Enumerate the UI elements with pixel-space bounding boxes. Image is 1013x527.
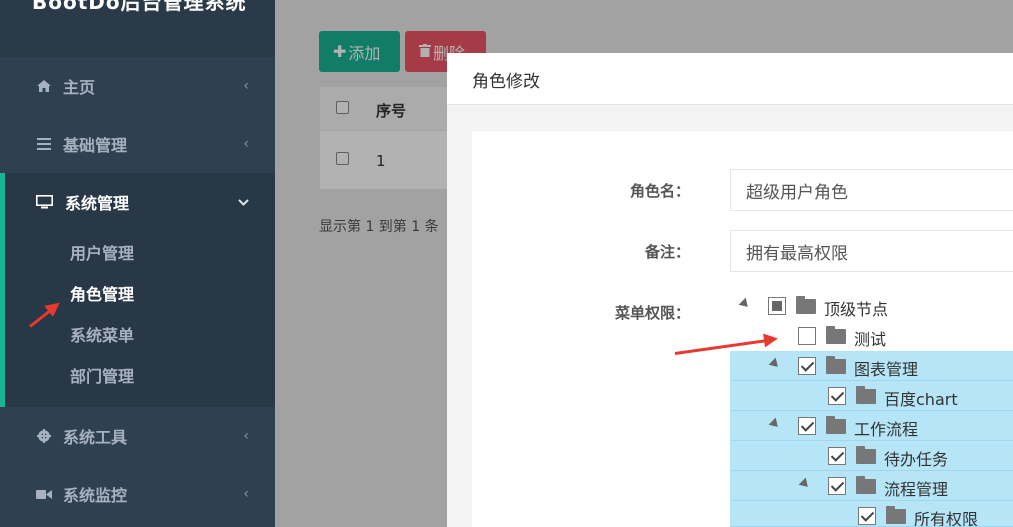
chevron-left-icon: ‹ [243, 428, 249, 444]
tree-node-charts: 图表管理 [730, 351, 1013, 381]
tree-checkbox-checked[interactable] [798, 357, 816, 375]
tree-node-process-mgmt: 流程管理 [730, 471, 1013, 501]
expand-toggle-icon[interactable] [768, 357, 782, 371]
role-name-label: 角色名： [629, 182, 690, 200]
list-icon [35, 138, 53, 150]
folder-icon [856, 476, 876, 494]
expand-toggle-icon[interactable] [738, 297, 752, 311]
tree-node-label: 顶级节点 [824, 300, 889, 319]
folder-icon [826, 356, 846, 374]
app-logo: BootDo后台管理系统 [0, 0, 275, 57]
sidebar-item-monitor[interactable]: 系统监控 ‹ [0, 465, 275, 523]
tree-node-label: 工作流程 [854, 420, 919, 439]
tree-node-root: 顶级节点 [730, 291, 1013, 321]
tree-node-label: 图表管理 [854, 360, 919, 379]
sidebar-item-label: 系统监控 [63, 486, 128, 505]
chevron-down-icon [238, 195, 249, 210]
folder-icon [796, 296, 816, 314]
folder-icon [856, 386, 876, 404]
expand-toggle-icon[interactable] [768, 417, 782, 431]
folder-icon [856, 446, 876, 464]
tree-node-label: 流程管理 [884, 480, 949, 499]
sidebar-item-label: 主页 [63, 78, 96, 97]
video-icon [35, 489, 53, 500]
tree-checkbox-partial[interactable] [768, 297, 786, 315]
tree-node-label: 待办任务 [884, 450, 949, 469]
folder-icon [826, 326, 846, 344]
folder-icon [886, 506, 906, 524]
tree-checkbox-checked[interactable] [858, 507, 876, 525]
sidebar-item-basic[interactable]: 基础管理 ‹ [0, 115, 275, 173]
menu-permission-label: 菜单权限： [614, 304, 690, 322]
submenu-item-departments[interactable]: 部门管理 [5, 354, 275, 395]
chevron-left-icon: ‹ [243, 486, 249, 502]
folder-icon [826, 416, 846, 434]
tree-checkbox-checked[interactable] [828, 387, 846, 405]
sidebar: BootDo后台管理系统 主页 ‹ 基础管理 ‹ 系统管理 用户管理 角色管理 … [0, 0, 275, 527]
sidebar-item-label: 系统工具 [63, 428, 128, 447]
chevron-left-icon: ‹ [243, 136, 249, 152]
sidebar-item-label: 基础管理 [63, 136, 128, 155]
remark-input[interactable]: 拥有最高权限 [730, 230, 1013, 272]
sidebar-item-system-header[interactable]: 系统管理 [5, 173, 275, 231]
sidebar-item-label: 系统管理 [65, 194, 130, 213]
tree-node-label: 所有权限 [914, 510, 979, 527]
tree-node-label: 百度chart [884, 390, 958, 409]
tree-node-todo: 待办任务 [730, 441, 1013, 471]
tree-node-workflow: 工作流程 [730, 411, 1013, 441]
tree-checkbox-checked[interactable] [828, 477, 846, 495]
home-icon [35, 80, 53, 92]
app-title: BootDo后台管理系统 [32, 0, 247, 14]
tree-node-all-perms: 所有权限 [730, 501, 1013, 527]
modal-title: 角色修改 [472, 72, 540, 92]
tree-checkbox-checked[interactable] [828, 447, 846, 465]
sidebar-item-home[interactable]: 主页 ‹ [0, 57, 275, 115]
tree-node-baidu-chart: 百度chart [730, 381, 1013, 411]
remark-label: 备注： [644, 243, 690, 261]
role-name-input[interactable]: 超级用户角色 [730, 169, 1013, 211]
submenu-item-users[interactable]: 用户管理 [5, 231, 275, 272]
gear-icon [35, 429, 53, 443]
tree-node-label: 测试 [854, 330, 887, 349]
sidebar-item-tools[interactable]: 系统工具 ‹ [0, 407, 275, 465]
monitor-icon [35, 195, 53, 209]
expand-toggle-icon[interactable] [798, 477, 812, 491]
chevron-left-icon: ‹ [243, 78, 249, 94]
modal-header: 角色修改 [447, 53, 1013, 105]
submenu-item-menus[interactable]: 系统菜单 [5, 313, 275, 354]
tree-checkbox-unchecked[interactable] [798, 327, 816, 345]
tree-checkbox-checked[interactable] [798, 417, 816, 435]
sidebar-item-system: 系统管理 用户管理 角色管理 系统菜单 部门管理 [0, 173, 275, 407]
